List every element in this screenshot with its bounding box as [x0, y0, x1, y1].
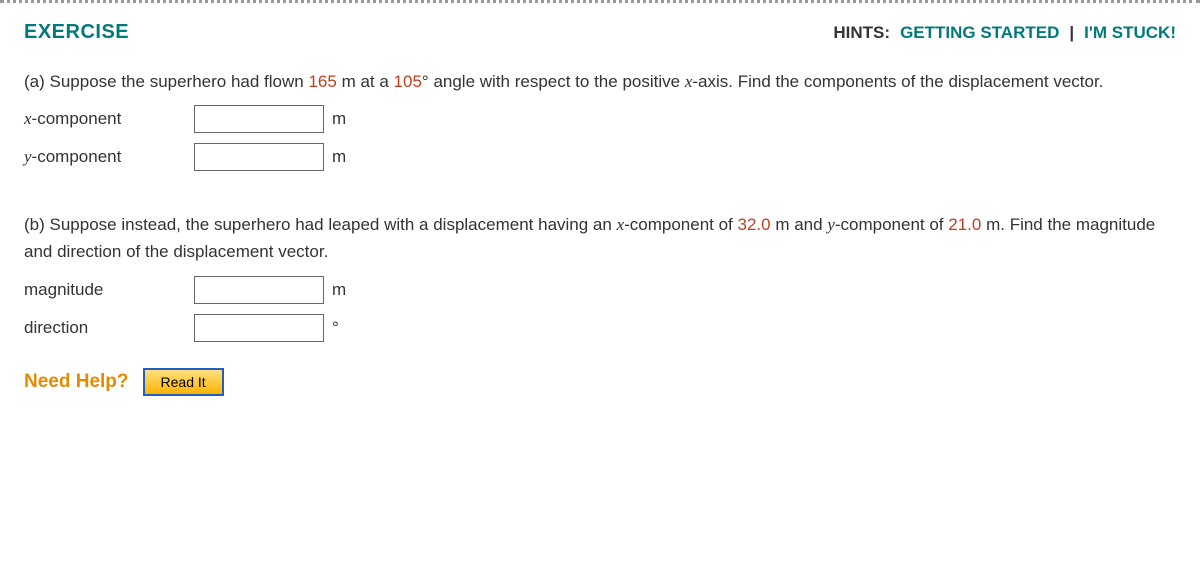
- value-21: 21.0: [948, 215, 981, 234]
- need-help-row: Need Help? Read It: [24, 368, 1176, 396]
- value-105: 105: [394, 72, 422, 91]
- part-a-tail: -axis. Find the components of the displa…: [692, 72, 1103, 91]
- part-b-mid2: m and: [771, 215, 828, 234]
- getting-started-link[interactable]: GETTING STARTED: [900, 23, 1059, 43]
- value-32: 32.0: [738, 215, 771, 234]
- exercise-container: EXERCISE HINTS: GETTING STARTED | I'M ST…: [0, 0, 1200, 420]
- magnitude-row: magnitude m: [24, 276, 1176, 304]
- part-a-mid1: m at a: [337, 72, 394, 91]
- y-comp-suffix: -component: [32, 147, 122, 166]
- hints-label: HINTS:: [833, 23, 890, 43]
- y-component-label: y-component: [24, 147, 194, 167]
- part-a-text: (a) Suppose the superhero had flown 165 …: [24, 68, 1176, 95]
- x-component-row: x-component m: [24, 105, 1176, 133]
- b-xvar: x: [617, 215, 625, 234]
- b-yvar: y: [827, 215, 835, 234]
- magnitude-label: magnitude: [24, 280, 194, 300]
- y-component-unit: m: [332, 147, 346, 167]
- y-component-row: y-component m: [24, 143, 1176, 171]
- value-165: 165: [308, 72, 336, 91]
- read-it-button[interactable]: Read It: [143, 368, 224, 396]
- magnitude-input[interactable]: [194, 276, 324, 304]
- x-component-input[interactable]: [194, 105, 324, 133]
- need-help-label: Need Help?: [24, 371, 129, 393]
- im-stuck-link[interactable]: I'M STUCK!: [1084, 23, 1176, 43]
- direction-unit: °: [332, 318, 339, 338]
- magnitude-unit: m: [332, 280, 346, 300]
- exercise-title: EXERCISE: [24, 21, 129, 44]
- header-row: EXERCISE HINTS: GETTING STARTED | I'M ST…: [24, 21, 1176, 44]
- y-var: y: [24, 147, 32, 166]
- hints-area: HINTS: GETTING STARTED | I'M STUCK!: [833, 23, 1176, 43]
- part-a-prefix: (a) Suppose the superhero had flown: [24, 72, 308, 91]
- x-component-label: x-component: [24, 109, 194, 129]
- direction-input[interactable]: [194, 314, 324, 342]
- part-b-mid1: -component of: [624, 215, 737, 234]
- part-b-mid3: -component of: [835, 215, 948, 234]
- direction-row: direction °: [24, 314, 1176, 342]
- y-component-input[interactable]: [194, 143, 324, 171]
- part-a-suffix: angle with respect to the positive: [429, 72, 685, 91]
- x-component-unit: m: [332, 109, 346, 129]
- x-comp-suffix: -component: [32, 109, 122, 128]
- hints-separator: |: [1069, 23, 1074, 43]
- direction-label: direction: [24, 318, 194, 338]
- part-b-text: (b) Suppose instead, the superhero had l…: [24, 211, 1176, 265]
- part-b-prefix: (b) Suppose instead, the superhero had l…: [24, 215, 617, 234]
- degree-symbol: °: [422, 72, 429, 91]
- x-var: x: [24, 109, 32, 128]
